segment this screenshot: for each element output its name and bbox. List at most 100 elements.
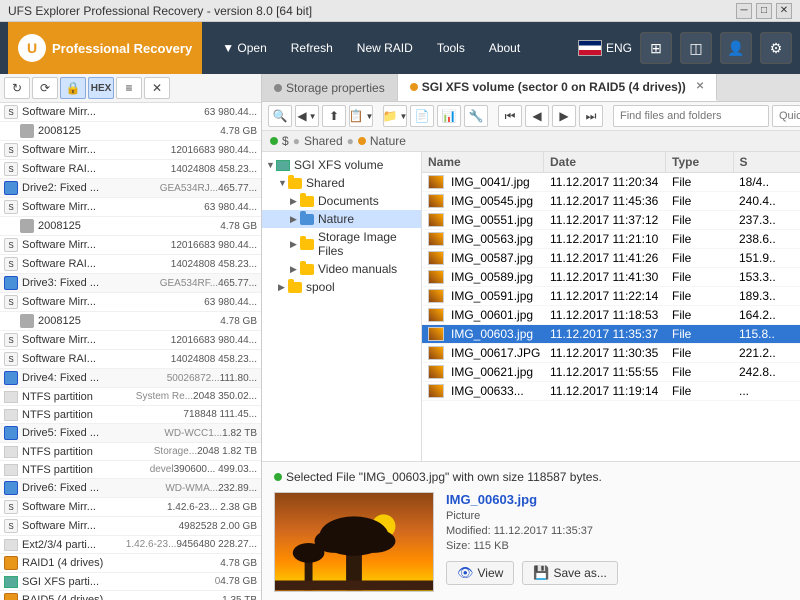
list-item[interactable]: RAID5 (4 drives) 1.35 TB bbox=[0, 591, 261, 600]
list-item[interactable]: S Software Mirr... 12016683 980.44... bbox=[0, 236, 261, 255]
file-row[interactable]: IMG_00589.jpg 11.12.2017 11:41:30 File 1… bbox=[422, 268, 800, 287]
list-item[interactable]: NTFS partition Storage... 2048 1.82 TB bbox=[0, 443, 261, 461]
list-item[interactable]: 2008125 4.78 GB bbox=[0, 217, 261, 236]
list-item[interactable]: NTFS partition 718848 111.45... bbox=[0, 406, 261, 424]
list-item[interactable]: SGI XFS parti... 0 4.78 GB bbox=[0, 573, 261, 591]
tb-refresh-btn[interactable]: ↻ bbox=[4, 77, 30, 99]
file-size: 221.2.. bbox=[733, 344, 800, 362]
file-row[interactable]: IMG_00603.jpg 11.12.2017 11:35:37 File 1… bbox=[422, 325, 800, 344]
list-item[interactable]: S Software Mirr... 12016683 980.44... bbox=[0, 331, 261, 350]
up-btn[interactable]: ⬆ bbox=[322, 105, 346, 127]
menu-refresh[interactable]: Refresh bbox=[279, 22, 345, 74]
tree-item-spool[interactable]: ▶ spool bbox=[262, 278, 421, 296]
tab-close-icon[interactable]: ✕ bbox=[696, 81, 704, 92]
list-item[interactable]: 2008125 4.78 GB bbox=[0, 122, 261, 141]
prev-btn[interactable]: ◀ bbox=[525, 105, 549, 127]
list-item[interactable]: S Software Mirr... 1.42.6-23... 2.38 GB bbox=[0, 498, 261, 517]
copy-btn[interactable]: 📋▼ bbox=[349, 105, 373, 127]
next-btn[interactable]: ▶ bbox=[552, 105, 576, 127]
list-item[interactable]: RAID1 (4 drives) 4.78 GB bbox=[0, 554, 261, 573]
file-row[interactable]: IMG_00617.JPG 11.12.2017 11:30:35 File 2… bbox=[422, 344, 800, 363]
list-item[interactable]: 2008125 4.78 GB bbox=[0, 312, 261, 331]
menu-icon-btn-1[interactable]: ⊞ bbox=[640, 32, 672, 64]
hdd-icon bbox=[4, 426, 18, 440]
view2-btn[interactable]: 📊 bbox=[437, 105, 461, 127]
minimize-button[interactable]: ─ bbox=[736, 3, 752, 19]
file-row[interactable]: IMG_00591.jpg 11.12.2017 11:22:14 File 1… bbox=[422, 287, 800, 306]
tree-item-documents[interactable]: ▶ Documents bbox=[262, 192, 421, 210]
file-row[interactable]: IMG_00587.jpg 11.12.2017 11:41:26 File 1… bbox=[422, 249, 800, 268]
first-btn[interactable]: ⏮ bbox=[498, 105, 522, 127]
list-item[interactable]: Drive4: Fixed ... 50026872... 111.80... bbox=[0, 369, 261, 388]
file-row[interactable]: IMG_00633... 11.12.2017 11:19:14 File ..… bbox=[422, 382, 800, 401]
search-btn[interactable]: 🔍 bbox=[268, 105, 292, 127]
tb-lock-btn[interactable]: 🔒 bbox=[60, 77, 86, 99]
file-row[interactable]: IMG_00601.jpg 11.12.2017 11:18:53 File 1… bbox=[422, 306, 800, 325]
tb-close-btn[interactable]: ✕ bbox=[144, 77, 170, 99]
raid-icon bbox=[4, 556, 18, 570]
list-item[interactable]: Ext2/3/4 parti... 1.42.6-23... 9456480 2… bbox=[0, 536, 261, 554]
tb-list-btn[interactable]: ≡ bbox=[116, 77, 142, 99]
last-btn[interactable]: ⏭ bbox=[579, 105, 603, 127]
tb-hex-btn[interactable]: HEX bbox=[88, 77, 114, 99]
view-button[interactable]: 👁 View bbox=[446, 561, 514, 585]
menu-about[interactable]: About bbox=[477, 22, 532, 74]
file-row[interactable]: IMG_00545.jpg 11.12.2017 11:45:36 File 2… bbox=[422, 192, 800, 211]
window-controls[interactable]: ─ □ ✕ bbox=[736, 3, 792, 19]
tab-storage-properties[interactable]: Storage properties bbox=[262, 74, 398, 101]
col-type[interactable]: Type bbox=[666, 152, 734, 172]
file-row[interactable]: IMG_00551.jpg 11.12.2017 11:37:12 File 2… bbox=[422, 211, 800, 230]
list-item[interactable]: S Software Mirr... 12016683 980.44... bbox=[0, 141, 261, 160]
menu-icon-btn-2[interactable]: ◫ bbox=[680, 32, 712, 64]
menu-icon-btn-3[interactable]: 👤 bbox=[720, 32, 752, 64]
list-item[interactable]: Drive2: Fixed ... GEA534RJ... 465.77... bbox=[0, 179, 261, 198]
file-row[interactable]: IMG_00621.jpg 11.12.2017 11:55:55 File 2… bbox=[422, 363, 800, 382]
file-type: File bbox=[666, 306, 733, 324]
file-date: 11.12.2017 11:20:34 bbox=[544, 173, 666, 191]
list-item[interactable]: S Software Mirr... 63 980.44... bbox=[0, 198, 261, 217]
list-item[interactable]: S Software Mirr... 63 980.44... bbox=[0, 293, 261, 312]
col-size[interactable]: S bbox=[734, 152, 800, 172]
list-item[interactable]: S Software Mirr... 63 980.44... bbox=[0, 103, 261, 122]
menu-open[interactable]: ▼ Open bbox=[210, 22, 279, 74]
list-item[interactable]: S Software Mirr... 4982528 2.00 GB bbox=[0, 517, 261, 536]
list-item[interactable]: S Software RAI... 14024808 458.23... bbox=[0, 350, 261, 369]
tree-item-shared[interactable]: ▼ Shared bbox=[262, 174, 421, 192]
folder-btn[interactable]: 📁▼ bbox=[383, 105, 407, 127]
back-btn[interactable]: ◀▼ bbox=[295, 105, 319, 127]
tree-item-video[interactable]: ▶ Video manuals bbox=[262, 260, 421, 278]
close-button[interactable]: ✕ bbox=[776, 3, 792, 19]
menu-new-raid[interactable]: New RAID bbox=[345, 22, 425, 74]
tree-item-storage-image[interactable]: ▶ Storage Image Files bbox=[262, 228, 421, 260]
maximize-button[interactable]: □ bbox=[756, 3, 772, 19]
list-item[interactable]: Drive3: Fixed ... GEA534RF... 465.77... bbox=[0, 274, 261, 293]
language-selector[interactable]: ENG bbox=[578, 40, 632, 56]
save-as-button[interactable]: 💾 Save as... bbox=[522, 561, 618, 585]
app-logo-icon: U bbox=[18, 34, 46, 62]
find-files-input[interactable] bbox=[613, 105, 769, 127]
list-item[interactable]: Drive6: Fixed ... WD-WMA... 232.89... bbox=[0, 479, 261, 498]
tools-btn[interactable]: 🔧 bbox=[464, 105, 488, 127]
list-item[interactable]: S Software RAI... 14024808 458.23... bbox=[0, 160, 261, 179]
tb-scan-btn[interactable]: ⟳ bbox=[32, 77, 58, 99]
tab-sgi-xfs[interactable]: SGI XFS volume (sector 0 on RAID5 (4 dri… bbox=[398, 74, 717, 101]
list-item[interactable]: NTFS partition System Re... 2048 350.02.… bbox=[0, 388, 261, 406]
app-logo-text: Professional Recovery bbox=[52, 41, 192, 56]
list-item[interactable]: Drive5: Fixed ... WD-WCC1... 1.82 TB bbox=[0, 424, 261, 443]
list-item[interactable]: NTFS partition devel 390600... 499.03... bbox=[0, 461, 261, 479]
quick-find-input[interactable] bbox=[772, 105, 800, 127]
col-name[interactable]: Name bbox=[422, 152, 544, 172]
list-item[interactable]: S Software RAI... 14024808 458.23... bbox=[0, 255, 261, 274]
tree-root[interactable]: ▼ SGI XFS volume bbox=[262, 156, 421, 174]
file-name: IMG_00601.jpg bbox=[451, 308, 533, 322]
menu-tools[interactable]: Tools bbox=[425, 22, 477, 74]
file-name: IMG_00551.jpg bbox=[451, 213, 533, 227]
selected-file-info: Selected File "IMG_00603.jpg" with own s… bbox=[274, 470, 788, 484]
file-row[interactable]: IMG_0041/.jpg 11.12.2017 11:20:34 File 1… bbox=[422, 173, 800, 192]
breadcrumb: $ ● Shared ● Nature bbox=[262, 131, 800, 152]
menu-icon-btn-4[interactable]: ⚙ bbox=[760, 32, 792, 64]
view-btn[interactable]: 📄 bbox=[410, 105, 434, 127]
file-row[interactable]: IMG_00563.jpg 11.12.2017 11:21:10 File 2… bbox=[422, 230, 800, 249]
col-date[interactable]: Date bbox=[544, 152, 666, 172]
tree-item-nature[interactable]: ▶ Nature bbox=[262, 210, 421, 228]
